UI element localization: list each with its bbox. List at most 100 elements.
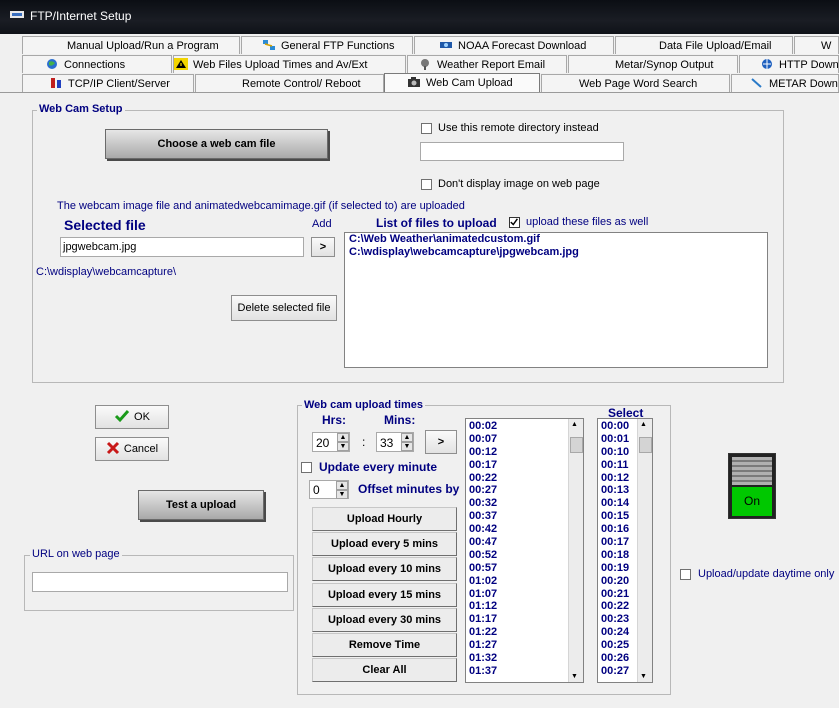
list-item[interactable]: 00:24 <box>598 626 637 639</box>
hrs-down-arrow-icon[interactable]: ▼ <box>337 442 349 451</box>
list-item[interactable]: C:\Web Weather\animatedcustom.gif <box>345 233 767 246</box>
remove-time-button[interactable]: Remove Time <box>312 633 457 657</box>
daytime-only-checkbox[interactable] <box>680 569 691 580</box>
offset-spinner[interactable]: 0 ▲ ▼ <box>309 480 349 499</box>
list-item[interactable]: 00:37 <box>466 510 568 523</box>
list-item[interactable]: 01:27 <box>466 639 568 652</box>
list-item[interactable]: 00:12 <box>466 446 568 459</box>
tab-weather-report-email[interactable]: Weather Report Email <box>407 55 567 73</box>
hrs-spinner[interactable]: 20 ▲ ▼ <box>312 432 350 452</box>
scroll-down-icon[interactable]: ▼ <box>640 673 647 680</box>
list-item[interactable]: 00:11 <box>598 459 637 472</box>
scroll-down-icon[interactable]: ▼ <box>571 673 578 680</box>
list-item[interactable]: 00:02 <box>466 420 568 433</box>
list-item[interactable]: 01:37 <box>466 665 568 678</box>
tab-tcpip[interactable]: TCP/IP Client/Server <box>22 74 194 92</box>
list-item[interactable]: 00:17 <box>598 536 637 549</box>
list-item[interactable]: 00:16 <box>598 523 637 536</box>
list-item[interactable]: 00:23 <box>598 613 637 626</box>
upload-every-5-mins-button[interactable]: Upload every 5 mins <box>312 532 457 556</box>
tab-web-cam-upload[interactable]: Web Cam Upload <box>384 73 540 93</box>
upload-every-10-mins-button[interactable]: Upload every 10 mins <box>312 557 457 581</box>
list-item[interactable]: 00:52 <box>466 549 568 562</box>
tab-general-ftp[interactable]: General FTP Functions <box>241 36 413 54</box>
tab-web-files-upload[interactable]: Web Files Upload Times and Av/Ext <box>173 55 406 73</box>
cancel-button[interactable]: Cancel <box>95 437 169 461</box>
tab-data-file-upload[interactable]: Data File Upload/Email <box>615 36 793 54</box>
tab-manual-upload[interactable]: Manual Upload/Run a Program <box>22 36 240 54</box>
scroll-thumb[interactable] <box>639 437 652 453</box>
remote-directory-input[interactable] <box>420 142 624 161</box>
times-scrollbar[interactable]: ▲ ▼ <box>568 419 583 682</box>
list-item[interactable]: 01:12 <box>466 600 568 613</box>
list-item[interactable]: 00:57 <box>466 562 568 575</box>
offset-down-arrow-icon[interactable]: ▼ <box>336 490 348 499</box>
offset-up-arrow-icon[interactable]: ▲ <box>336 481 348 490</box>
list-item[interactable]: 00:14 <box>598 497 637 510</box>
clear-all-button[interactable]: Clear All <box>312 658 457 682</box>
test-upload-button[interactable]: Test a upload <box>138 490 264 520</box>
list-item[interactable]: 00:07 <box>466 433 568 446</box>
list-item[interactable]: 00:27 <box>466 484 568 497</box>
upload-every-15-mins-button[interactable]: Upload every 15 mins <box>312 583 457 607</box>
delete-selected-file-button[interactable]: Delete selected file <box>231 295 337 321</box>
list-item[interactable]: 00:22 <box>466 472 568 485</box>
list-item[interactable]: 01:02 <box>466 575 568 588</box>
mins-spinner[interactable]: 33 ▲ ▼ <box>376 432 414 452</box>
on-off-switch[interactable]: On <box>728 453 776 519</box>
scroll-thumb[interactable] <box>570 437 583 453</box>
list-item[interactable]: 01:17 <box>466 613 568 626</box>
selected-file-input[interactable]: jpgwebcam.jpg <box>60 237 304 257</box>
tab-connections[interactable]: Connections <box>22 55 172 73</box>
list-item[interactable]: 00:18 <box>598 549 637 562</box>
tab-noaa-forecast[interactable]: NOAA Forecast Download <box>414 36 614 54</box>
list-item[interactable]: 00:42 <box>466 523 568 536</box>
list-item[interactable]: 00:17 <box>466 459 568 472</box>
list-item[interactable]: 00:10 <box>598 446 637 459</box>
select-times-list[interactable]: 00:00 00:01 00:10 00:11 00:12 00:13 00:14 00:15… <box>597 418 653 683</box>
add-time-button[interactable]: > <box>425 430 457 454</box>
scroll-up-icon[interactable]: ▲ <box>640 421 647 428</box>
list-item[interactable]: 00:20 <box>598 575 637 588</box>
list-item[interactable]: 01:07 <box>466 588 568 601</box>
upload-times-list[interactable]: 00:02 00:07 00:12 00:17 00:22 00:27 00:32 00:37… <box>465 418 584 683</box>
tab-w[interactable]: W <box>794 36 839 54</box>
tab-metar-synop[interactable]: Metar/Synop Output <box>568 55 738 73</box>
mins-up-arrow-icon[interactable]: ▲ <box>401 433 413 442</box>
list-item[interactable]: 00:25 <box>598 639 637 652</box>
list-item[interactable]: 00:19 <box>598 562 637 575</box>
upload-every-30-mins-button[interactable]: Upload every 30 mins <box>312 608 457 632</box>
hrs-up-arrow-icon[interactable]: ▲ <box>337 433 349 442</box>
update-every-minute-checkbox[interactable] <box>301 462 312 473</box>
list-item[interactable]: 00:00 <box>598 420 637 433</box>
list-item[interactable]: 00:13 <box>598 484 637 497</box>
url-input[interactable] <box>32 572 288 592</box>
tab-remote-control[interactable]: Remote Control/ Reboot <box>195 74 384 92</box>
list-item[interactable]: 01:22 <box>466 626 568 639</box>
ok-button[interactable]: OK <box>95 405 169 429</box>
select-scrollbar[interactable]: ▲ ▼ <box>637 419 652 682</box>
tab-metar-down[interactable]: METAR Down <box>731 74 839 92</box>
remote-directory-checkbox[interactable] <box>421 123 432 134</box>
list-item[interactable]: 00:21 <box>598 588 637 601</box>
list-item[interactable]: C:\wdisplay\webcamcapture\jpgwebcam.jpg <box>345 246 767 259</box>
list-item[interactable]: 00:01 <box>598 433 637 446</box>
mins-down-arrow-icon[interactable]: ▼ <box>401 442 413 451</box>
upload-hourly-button[interactable]: Upload Hourly <box>312 507 457 531</box>
dont-display-checkbox[interactable] <box>421 179 432 190</box>
list-item[interactable]: 00:12 <box>598 472 637 485</box>
list-item[interactable]: 00:26 <box>598 652 637 665</box>
choose-webcam-file-button[interactable]: Choose a web cam file <box>105 129 328 159</box>
add-file-button[interactable]: > <box>311 237 335 257</box>
list-item[interactable]: 00:27 <box>598 665 637 678</box>
list-item[interactable]: 00:22 <box>598 600 637 613</box>
files-list[interactable]: C:\Web Weather\animatedcustom.gif C:\wdi… <box>344 232 768 368</box>
list-item[interactable]: 01:32 <box>466 652 568 665</box>
list-item[interactable]: 00:47 <box>466 536 568 549</box>
tab-http-down[interactable]: HTTP Down <box>739 55 839 73</box>
list-item[interactable]: 00:32 <box>466 497 568 510</box>
upload-files-checkbox[interactable] <box>509 217 520 228</box>
tab-web-page-word-search[interactable]: Web Page Word Search <box>541 74 730 92</box>
scroll-up-icon[interactable]: ▲ <box>571 421 578 428</box>
list-item[interactable]: 00:15 <box>598 510 637 523</box>
